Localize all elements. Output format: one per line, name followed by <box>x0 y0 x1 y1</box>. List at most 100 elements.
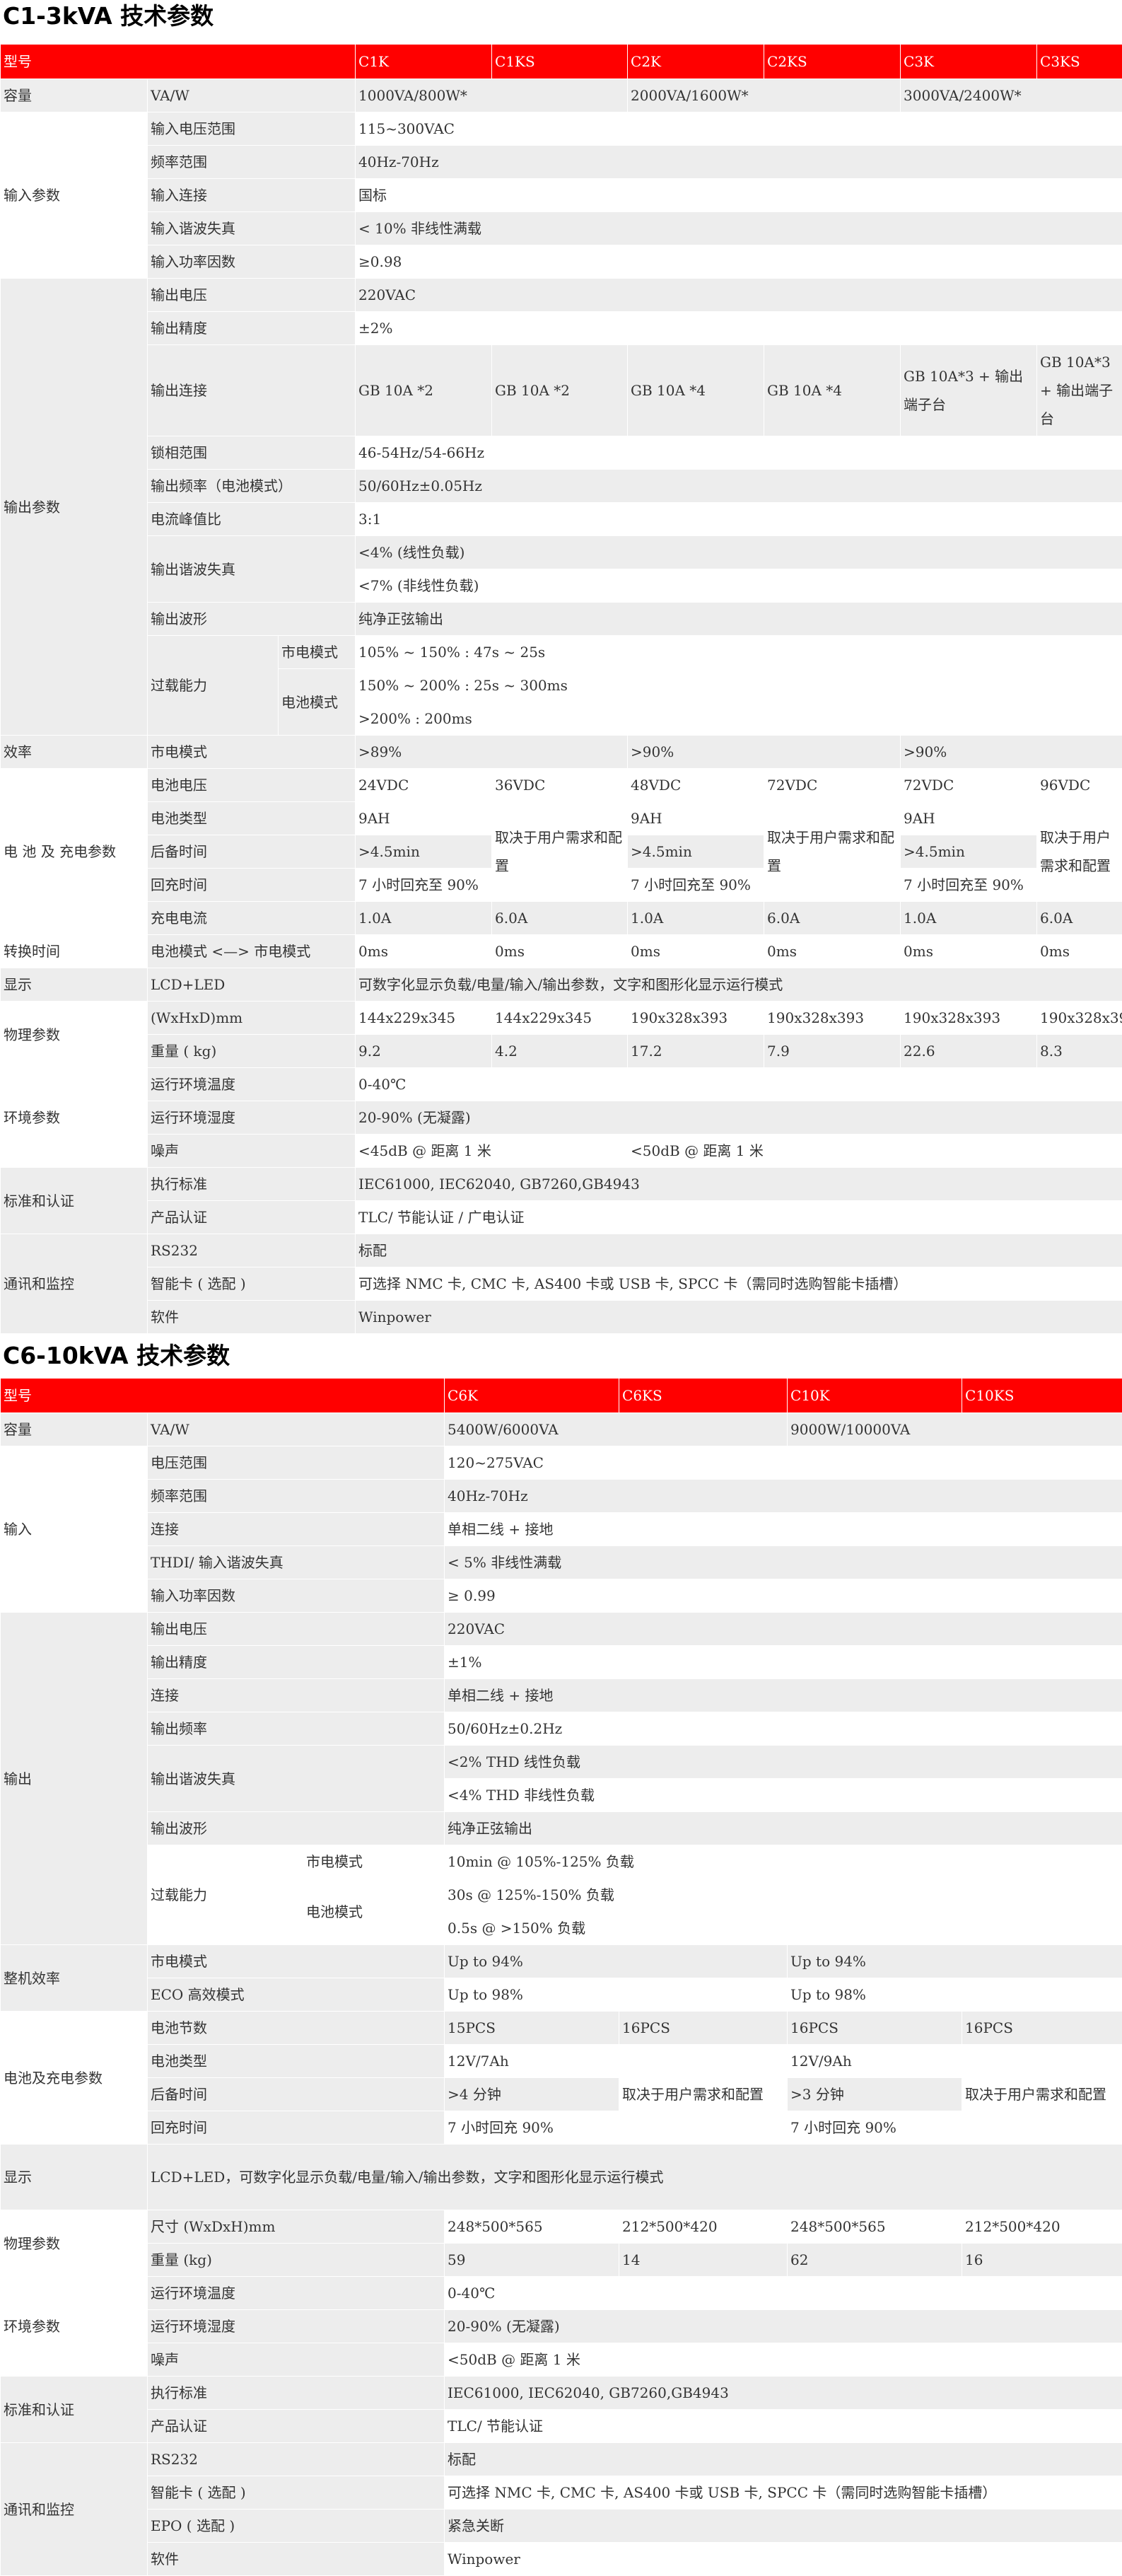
val2-eff-m-2: Up to 94% <box>787 1944 1122 1978</box>
row-phy-wt: 重量 ( kg) 9.2 4.2 17.2 7.9 22.6 8.3 <box>1 1034 1122 1068</box>
val-bat-cc-5: 1.0A <box>900 901 1038 935</box>
val2-com-sw: Winpower <box>444 2542 1122 2576</box>
label-out-wave: 输出波形 <box>146 602 356 636</box>
row-in-cn: 输入连接 国标 <box>1 178 1122 212</box>
label2-in-pf: 输入功率因数 <box>146 1579 445 1613</box>
label2-env-h: 运行环境湿度 <box>146 2309 445 2343</box>
val2-bat-user-2: 取决于用户需求和配置 <box>962 2044 1122 2145</box>
val-in-cn: 国标 <box>355 178 1122 212</box>
label2-out-cn: 连接 <box>146 1678 445 1712</box>
row2-env-n: 噪声 <50dB @ 距离 1 米 <box>1 2343 1122 2377</box>
label2-ovl-mains: 市电模式 <box>302 1845 445 1879</box>
row2-std-c: 产品认证 TLC/ 节能认证 <box>1 2409 1122 2443</box>
label2-in-cn: 连接 <box>146 1512 445 1546</box>
row-efficiency: 效率 市电模式 >89% >90% >90% <box>0 735 1122 769</box>
val2-bat-rc-2: 7 小时回充 90% <box>787 2111 963 2145</box>
val-eff-3: >90% <box>900 735 1122 769</box>
row-in-fr: 频率范围 40Hz-70Hz <box>1 145 1122 179</box>
row-env-n: 噪声 <45dB @ 距离 1 米 <50dB @ 距离 1 米 <box>1 1134 1122 1168</box>
val2-out-thd-2: <4% THD 非线性负载 <box>444 1778 1122 1812</box>
label-std-c: 产品认证 <box>146 1200 356 1234</box>
label2-bat-bk: 后备时间 <box>146 2077 445 2111</box>
val2-ovl-1: 10min @ 105%-125% 负载 <box>444 1845 1122 1879</box>
label2-phy-dim: 尺寸 (WxDxH)mm <box>146 2210 445 2244</box>
label-in-th: 输入谐波失真 <box>146 211 356 245</box>
val-out-cn-c1ks: GB 10A *2 <box>491 344 629 436</box>
row2-eff-e: ECO 高效模式 Up to 98% Up to 98% <box>1 1978 1122 2012</box>
label-com-sc: 智能卡 ( 选配 ) <box>146 1267 356 1301</box>
label-in-pf: 输入功率因数 <box>146 245 356 279</box>
label2-eff-e: ECO 高效模式 <box>146 1978 445 2012</box>
cat2-output: 输出 <box>0 1612 148 1945</box>
row2-in-pf: 输入功率因数 ≥ 0.99 <box>1 1579 1122 1613</box>
label-bat-rc: 回充时间 <box>146 868 356 902</box>
row2-out-cn: 连接 单相二线 + 接地 <box>1 1678 1122 1712</box>
val2-env-h: 20-90% (无凝露) <box>444 2309 1122 2343</box>
row2-phy-wt: 重量 (kg) 59 14 62 16 <box>1 2243 1122 2277</box>
val-ovl-2: 150% ~ 200% : 25s ~ 300ms <box>355 668 1122 702</box>
val2-bat-n-2: 16PCS <box>619 2011 788 2045</box>
val2-eff-e-2: Up to 98% <box>787 1978 1122 2012</box>
val-bat-t-1: 9AH <box>355 801 493 835</box>
header-c3ks: C3KS <box>1036 44 1122 79</box>
cat2-input: 输入 <box>0 1446 148 1613</box>
row2-env-t: 环境参数 运行环境温度 0-40℃ <box>0 2276 1122 2377</box>
label-transfer: 电池模式 <—> 市电模式 <box>146 934 356 968</box>
val2-bat-n-4: 16PCS <box>962 2011 1122 2045</box>
label2-bat-rc: 回充时间 <box>146 2111 445 2145</box>
cap-c3: 3000VA/2400W* <box>900 79 1122 112</box>
label-ovl-mains: 市电模式 <box>277 635 356 669</box>
row2-in-th: THDI/ 输入谐波失真 < 5% 非线性满载 <box>1 1545 1122 1579</box>
label-phy-wt: 重量 ( kg) <box>146 1034 356 1068</box>
cat2-capacity: 容量 <box>0 1412 148 1446</box>
val-out-thd-1: <4% (线性负载) <box>355 535 1122 569</box>
row-ovl-1: 过载能力 市电模式 105% ~ 150% : 47s ~ 25s <box>1 635 1122 736</box>
row2-bat-n: 电池及充电参数 电池节数 15PCS 16PCS 16PCS 16PCS <box>0 2011 1122 2145</box>
val-com-sc: 可选择 NMC 卡, CMC 卡, AS400 卡或 USB 卡, SPCC 卡… <box>355 1267 1122 1301</box>
val-out-v: 220VAC <box>355 278 1122 312</box>
row2-capacity: 容量 VA/W 5400W/6000VA 9000W/10000VA <box>0 1412 1122 1446</box>
val-tr-5: 0ms <box>900 934 1038 968</box>
val-dim-5: 190x328x393 <box>900 1001 1038 1035</box>
val2-bat-rc-1: 7 小时回充 90% <box>444 2111 620 2145</box>
header-c1ks: C1KS <box>491 44 629 79</box>
cat-capacity: 容量 <box>0 79 148 112</box>
val-out-cn-c2k: GB 10A *4 <box>627 344 765 436</box>
row2-out-acc: 输出精度 ±1% <box>1 1645 1122 1679</box>
val2-env-t: 0-40℃ <box>444 2276 1122 2310</box>
label2-eff-m: 市电模式 <box>146 1944 445 1978</box>
row-phy-dim: 物理参数 (WxHxD)mm 144x229x345 144x229x345 1… <box>0 1001 1122 1068</box>
label-overload: 过载能力 <box>147 635 279 736</box>
row2-out-v: 输出 输出电压 220VAC <box>0 1612 1122 1945</box>
val2-bat-n-3: 16PCS <box>787 2011 963 2045</box>
val-tr-2: 0ms <box>491 934 629 968</box>
val-com-rs: 标配 <box>355 1234 1122 1267</box>
header-row-2: 型号 C6K C6KS C10K C10KS <box>0 1378 1122 1413</box>
val-bat-rc-1: 7 小时回充至 90% <box>355 868 493 902</box>
val2-out-wave: 纯净正弦输出 <box>444 1811 1122 1845</box>
val-bat-rc-2: 7 小时回充至 90% <box>627 868 765 902</box>
cat-display: 显示 <box>0 968 148 1002</box>
label-bat-bk: 后备时间 <box>146 835 356 869</box>
val2-display: LCD+LED，可数字化显示负载/电量/输入/输出参数，文字和图形化显示运行模式 <box>146 2144 1122 2210</box>
label-phy-dim: (WxHxD)mm <box>146 1001 356 1035</box>
val2-com-sc: 可选择 NMC 卡, CMC 卡, AS400 卡或 USB 卡, SPCC 卡… <box>444 2476 1122 2510</box>
row2-in-cn: 连接 单相二线 + 接地 <box>1 1512 1122 1546</box>
val-bat-user-2: 取决于用户需求和配置 <box>764 801 901 902</box>
label-eff: 市电模式 <box>146 735 356 769</box>
val-wt-4: 7.9 <box>764 1034 901 1068</box>
row-in-pf: 输入功率因数 ≥0.98 <box>1 245 1122 279</box>
row2-bat-t: 电池类型 12V/7Ah 取决于用户需求和配置 12V/9Ah 取决于用户需求和… <box>1 2044 1122 2145</box>
row2-env-h: 运行环境湿度 20-90% (无凝露) <box>1 2309 1122 2343</box>
label2-out-f: 输出频率 <box>146 1712 445 1746</box>
header2-model: 型号 <box>0 1378 445 1413</box>
cat2-battery: 电池及充电参数 <box>0 2011 148 2145</box>
cat-transfer: 转换时间 <box>0 934 148 968</box>
val2-out-cn: 单相二线 + 接地 <box>444 1678 1122 1712</box>
val-tr-1: 0ms <box>355 934 493 968</box>
label2-out-wave: 输出波形 <box>146 1811 445 1845</box>
row2-in-fr: 频率范围 40Hz-70Hz <box>1 1479 1122 1513</box>
header-c6k: C6K <box>444 1378 620 1413</box>
cat2-efficiency: 整机效率 <box>0 1944 148 2012</box>
cap-c2: 2000VA/1600W* <box>627 79 901 112</box>
